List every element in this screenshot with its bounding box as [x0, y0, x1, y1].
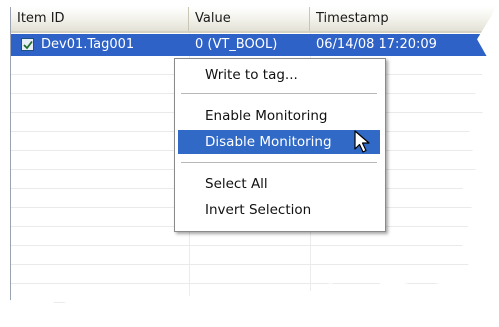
- menu-item-invert-selection[interactable]: Invert Selection: [178, 198, 380, 222]
- table-row[interactable]: [11, 246, 499, 265]
- torn-screenshot-frame: Item ID Value Timestamp Dev01.Tag001 0 (…: [0, 0, 499, 305]
- cell-item-id: Dev01.Tag001: [41, 37, 135, 52]
- list-header: Item ID Value Timestamp: [11, 7, 499, 33]
- column-header-timestamp[interactable]: Timestamp: [310, 7, 499, 31]
- selected-table-row[interactable]: Dev01.Tag001 0 (VT_BOOL) 06/14/08 17:20:…: [11, 34, 499, 56]
- menu-item-enable-monitoring[interactable]: Enable Monitoring: [178, 104, 380, 128]
- mouse-pointer-icon: [354, 130, 370, 153]
- menu-separator: [181, 162, 377, 163]
- column-header-value[interactable]: Value: [189, 7, 310, 31]
- checkmark-icon: [23, 40, 33, 50]
- cell-value: 0 (VT_BOOL): [195, 37, 278, 52]
- table-row[interactable]: [11, 284, 499, 303]
- menu-item-select-all[interactable]: Select All: [178, 172, 380, 196]
- menu-separator: [181, 93, 377, 94]
- cell-timestamp: 06/14/08 17:20:09: [316, 37, 437, 52]
- menu-item-write-to-tag[interactable]: Write to tag...: [178, 63, 380, 87]
- column-header-item-id[interactable]: Item ID: [11, 7, 189, 31]
- table-row[interactable]: [11, 265, 499, 284]
- row-checkbox[interactable]: [21, 38, 34, 51]
- menu-item-disable-monitoring[interactable]: Disable Monitoring: [178, 130, 380, 154]
